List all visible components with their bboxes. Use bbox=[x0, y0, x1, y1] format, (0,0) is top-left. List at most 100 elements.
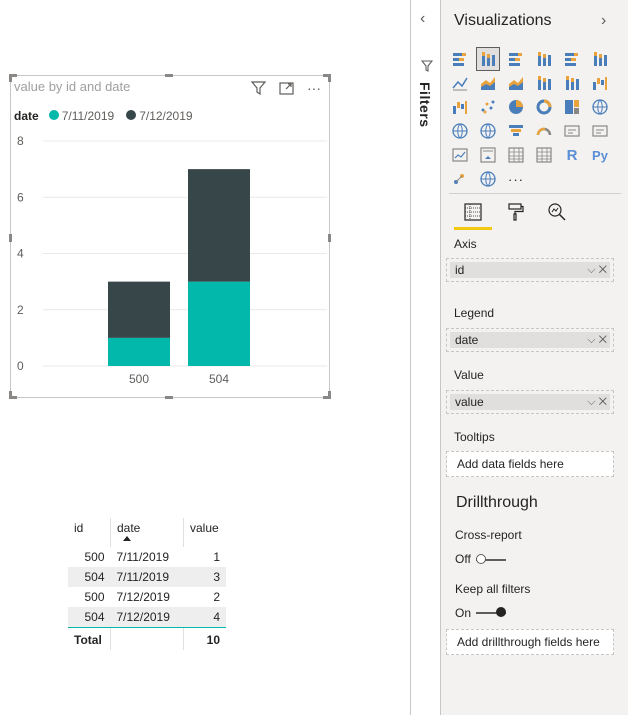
y-tick-label: 0 bbox=[17, 359, 24, 373]
clustered-column-icon[interactable] bbox=[533, 48, 555, 70]
drillthrough-title: Drillthrough bbox=[456, 494, 538, 511]
resize-handle[interactable] bbox=[328, 74, 331, 82]
bar-segment[interactable] bbox=[188, 169, 250, 282]
filters-pane-collapsed[interactable]: ‹ Filters bbox=[410, 0, 441, 715]
y-tick-label: 2 bbox=[17, 303, 24, 317]
sort-ascending-icon bbox=[123, 536, 131, 541]
table-row: 500 7/11/2019 1 bbox=[84, 550, 220, 564]
python-visual-icon[interactable]: Py bbox=[589, 144, 611, 166]
cross-report-state: Off bbox=[455, 552, 471, 566]
keep-filters-toggle[interactable] bbox=[476, 607, 506, 617]
pie-chart-icon[interactable] bbox=[505, 96, 527, 118]
resize-handle[interactable] bbox=[165, 396, 173, 399]
drillthrough-field-well[interactable]: Add drillthrough fields here bbox=[446, 629, 614, 655]
bar-segment[interactable] bbox=[108, 281, 170, 338]
chevron-right-icon[interactable]: › bbox=[601, 12, 606, 30]
legend-title: date bbox=[14, 109, 39, 123]
legend-item[interactable]: 7/12/2019 bbox=[126, 109, 193, 123]
chart-legend: date 7/11/2019 7/12/2019 bbox=[14, 109, 193, 123]
cross-report-toggle[interactable] bbox=[476, 554, 506, 564]
legend-field-well[interactable]: date ⌵ ✕ bbox=[446, 328, 614, 352]
table-icon[interactable] bbox=[505, 144, 527, 166]
column-header-id[interactable]: id bbox=[68, 518, 111, 547]
resize-handle[interactable] bbox=[165, 74, 173, 77]
r-visual-icon[interactable]: R bbox=[561, 144, 583, 166]
table-row: 504 7/12/2019 4 bbox=[68, 607, 226, 628]
x-tick-label: 504 bbox=[209, 372, 229, 386]
y-tick-label: 6 bbox=[17, 190, 24, 204]
y-tick-label: 8 bbox=[17, 134, 24, 148]
filter-icon[interactable] bbox=[249, 80, 267, 96]
y-tick-label: 4 bbox=[17, 247, 24, 261]
value-label: Value bbox=[454, 368, 484, 382]
tooltips-label: Tooltips bbox=[454, 430, 495, 444]
gauge-icon[interactable] bbox=[533, 120, 555, 142]
more-visuals-icon[interactable]: ··· bbox=[505, 168, 527, 190]
data-table[interactable]: id date value 500 7/11/2019 1 504 7/11/2… bbox=[68, 518, 226, 650]
matrix-icon[interactable] bbox=[533, 144, 555, 166]
table-row: 500 7/12/2019 2 bbox=[84, 590, 220, 604]
visualizations-title: Visualizations bbox=[454, 12, 552, 29]
kpi-icon[interactable] bbox=[449, 144, 471, 166]
100-stacked-bar-icon[interactable] bbox=[561, 48, 583, 70]
line-column-icon[interactable] bbox=[533, 72, 555, 94]
legend-item[interactable]: 7/11/2019 bbox=[48, 109, 114, 123]
visualizations-pane: Visualizations › R Py ··· Axis id ⌵ ✕ Legen… bbox=[441, 0, 628, 715]
axis-field-chip[interactable]: id ⌵ ✕ bbox=[450, 262, 610, 278]
chart-plot-area: 8 6 4 2 0 500 504 bbox=[17, 134, 327, 386]
stacked-column-icon[interactable] bbox=[476, 47, 500, 71]
tooltips-field-well[interactable]: Add data fields here bbox=[446, 451, 614, 477]
funnel-icon[interactable] bbox=[505, 120, 527, 142]
card-icon[interactable] bbox=[561, 120, 583, 142]
resize-handle[interactable] bbox=[9, 74, 12, 82]
arcgis-map-icon[interactable] bbox=[477, 168, 499, 190]
treemap-icon[interactable] bbox=[561, 96, 583, 118]
more-options-icon[interactable]: ··· bbox=[305, 80, 323, 96]
value-field-chip[interactable]: value ⌵ ✕ bbox=[450, 394, 610, 410]
stacked-bar-icon[interactable] bbox=[449, 48, 471, 70]
format-paint-roller-icon[interactable] bbox=[503, 200, 527, 224]
scatter-icon[interactable] bbox=[477, 96, 499, 118]
bar-segment[interactable] bbox=[108, 337, 170, 366]
axis-field-well[interactable]: id ⌵ ✕ bbox=[446, 258, 614, 282]
chip-chevron-remove-icons[interactable]: ⌵ ✕ bbox=[587, 262, 607, 278]
ribbon-chart-icon[interactable] bbox=[589, 72, 611, 94]
x-tick-label: 500 bbox=[129, 372, 149, 386]
area-chart-icon[interactable] bbox=[477, 72, 499, 94]
toggle-knob bbox=[496, 607, 506, 617]
column-header-value[interactable]: value bbox=[183, 518, 226, 547]
divider bbox=[449, 193, 621, 194]
fields-tab-icon[interactable] bbox=[461, 200, 485, 224]
chip-chevron-remove-icons[interactable]: ⌵ ✕ bbox=[587, 394, 607, 410]
legend-dot-icon bbox=[126, 110, 137, 120]
chevron-left-icon[interactable]: ‹ bbox=[420, 10, 425, 28]
100-stacked-column-icon[interactable] bbox=[589, 48, 611, 70]
axis-label: Axis bbox=[454, 237, 477, 251]
stacked-area-icon[interactable] bbox=[505, 72, 527, 94]
column-header-date[interactable]: date bbox=[110, 518, 184, 547]
filters-label[interactable]: Filters bbox=[417, 82, 433, 128]
shape-map-icon[interactable] bbox=[477, 120, 499, 142]
toggle-knob bbox=[476, 554, 486, 564]
donut-chart-icon[interactable] bbox=[533, 96, 555, 118]
chip-chevron-remove-icons[interactable]: ⌵ ✕ bbox=[587, 332, 607, 348]
clustered-bar-icon[interactable] bbox=[505, 48, 527, 70]
waterfall-icon[interactable] bbox=[449, 96, 471, 118]
key-influencers-icon[interactable] bbox=[449, 168, 471, 190]
focus-mode-icon[interactable] bbox=[277, 80, 295, 96]
table-total-row: Total 10 bbox=[68, 627, 226, 650]
active-tab-indicator bbox=[454, 227, 492, 230]
value-field-well[interactable]: value ⌵ ✕ bbox=[446, 390, 614, 414]
line-chart-icon[interactable] bbox=[449, 72, 471, 94]
map-icon[interactable] bbox=[589, 96, 611, 118]
multi-row-card-icon[interactable] bbox=[589, 120, 611, 142]
filled-map-icon[interactable] bbox=[449, 120, 471, 142]
stacked-column-chart-visual[interactable]: value by id and date ··· date 7/11/2019 … bbox=[9, 74, 331, 399]
line-clustered-column-icon[interactable] bbox=[561, 72, 583, 94]
bar-segment[interactable] bbox=[188, 281, 250, 366]
analytics-magnifier-icon[interactable] bbox=[545, 200, 569, 224]
legend-field-chip[interactable]: date ⌵ ✕ bbox=[450, 332, 610, 348]
slicer-icon[interactable] bbox=[477, 144, 499, 166]
keep-filters-state: On bbox=[455, 606, 472, 620]
report-canvas: value by id and date ··· date 7/11/2019 … bbox=[0, 0, 410, 715]
